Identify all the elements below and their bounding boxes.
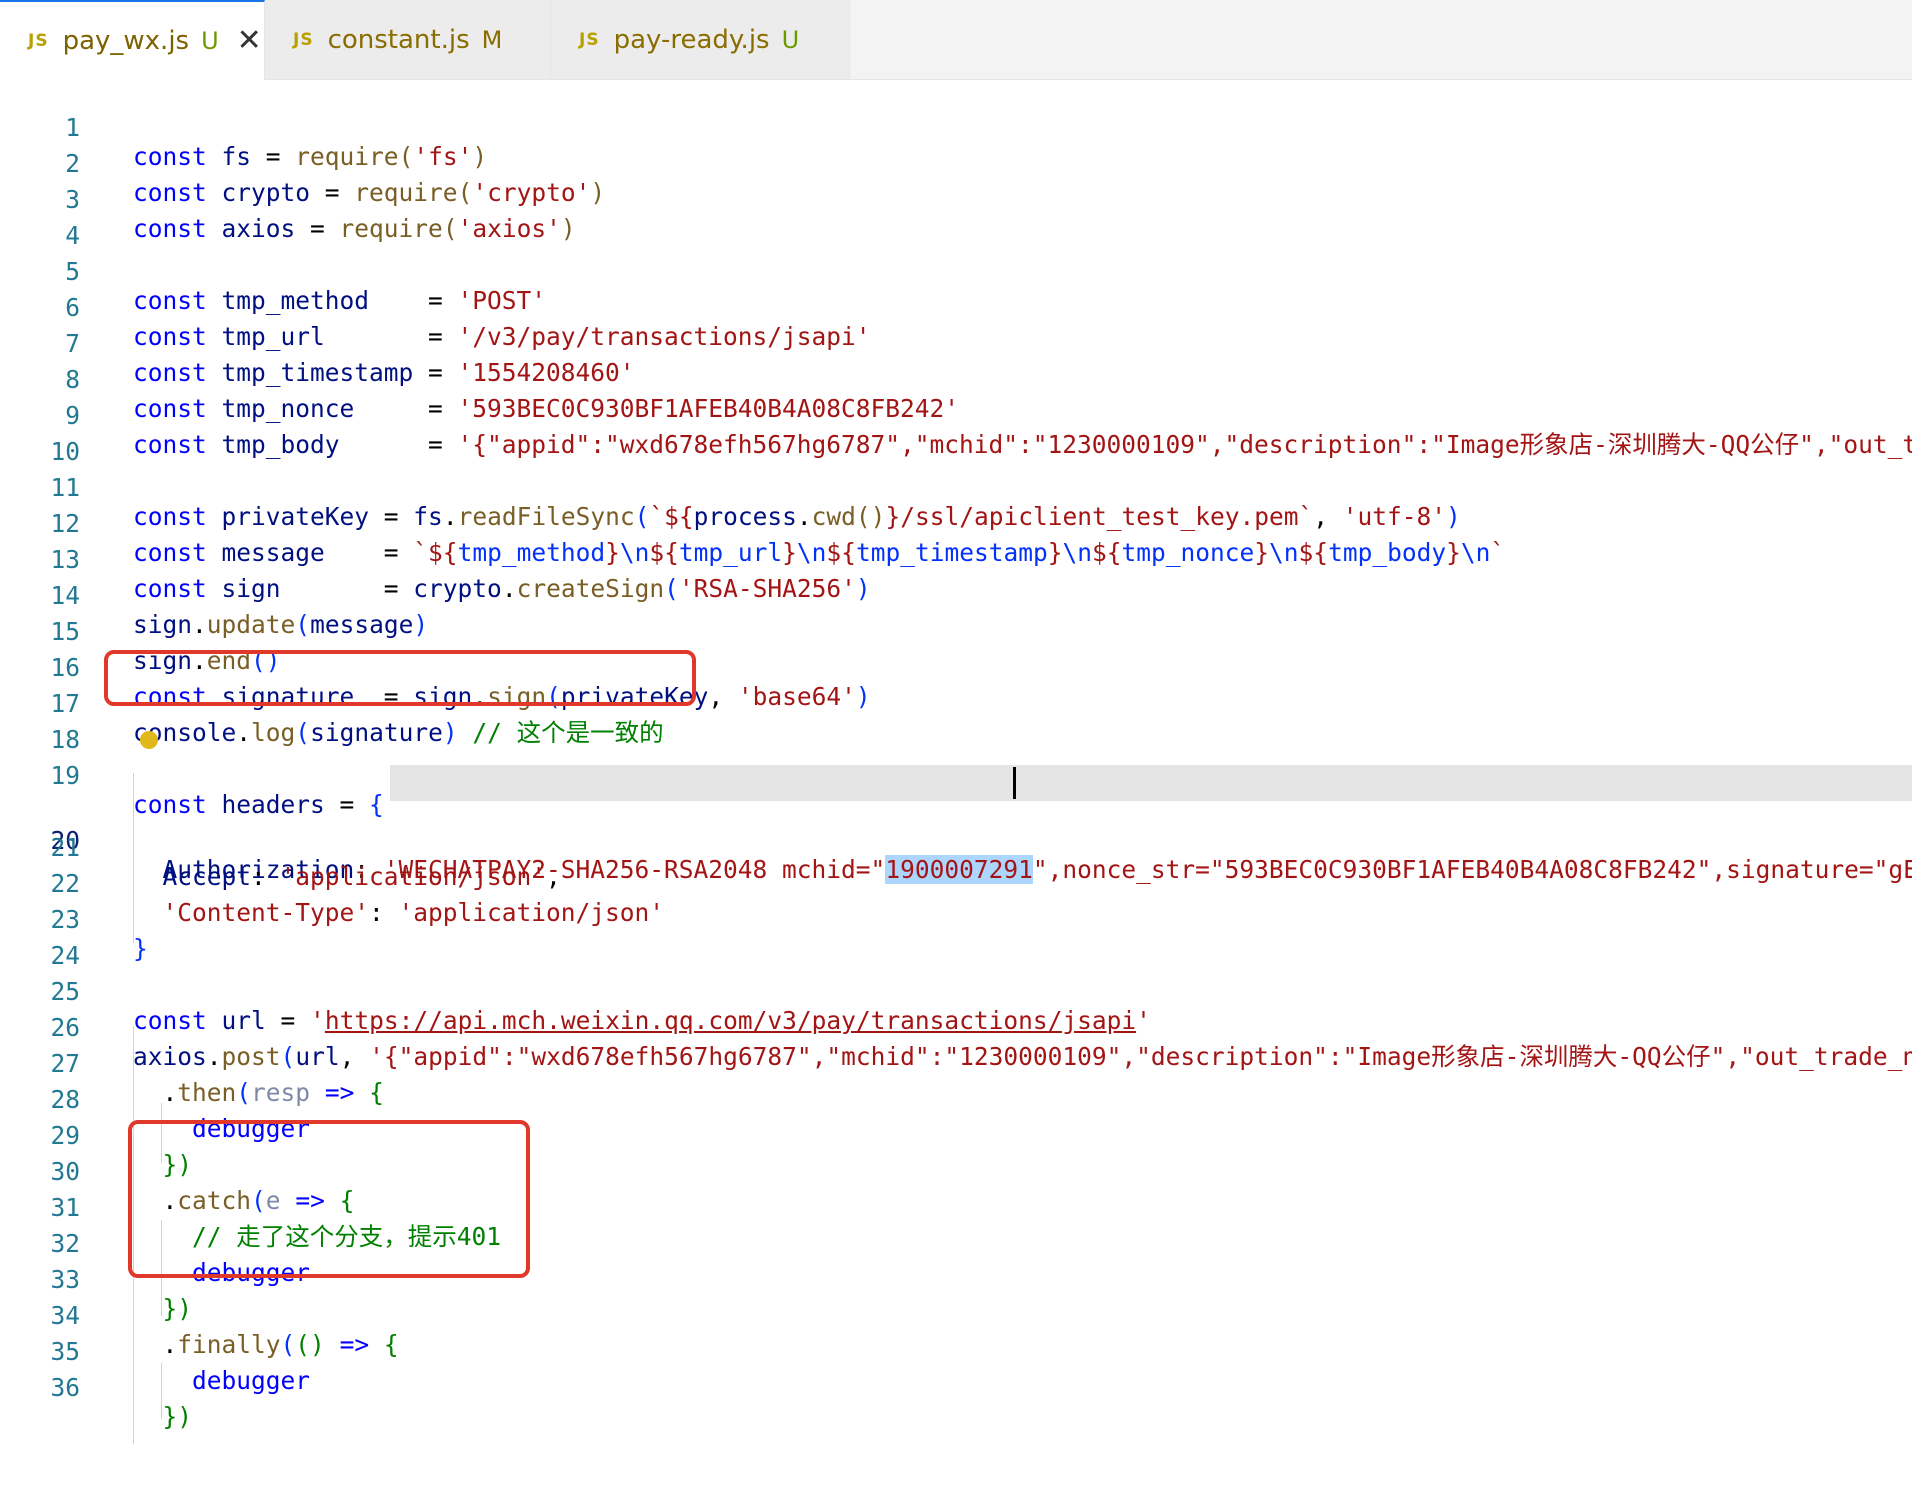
code-line: 9 const tmp_body = '{"appid":"wxd678efh5… [0, 369, 1912, 459]
lightbulb-icon[interactable] [140, 731, 158, 749]
close-icon[interactable]: ✕ [237, 26, 262, 56]
modified-status: M [481, 25, 503, 54]
line-highlight [390, 765, 1912, 801]
line-number: 36 [50, 1373, 80, 1402]
code-line: 1 const fs = require('fs') [0, 81, 1912, 171]
code-line: 11 const privateKey = fs.readFileSync(`$… [0, 441, 1912, 531]
code-line: 23 } [0, 873, 1912, 963]
code-line: 28 debugger [0, 1053, 1912, 1143]
code-line: 12 const message = `${tmp_method}\n${tmp… [0, 477, 1912, 567]
annotation-box-console-log [104, 650, 696, 706]
tab-label: pay_wx.js [62, 26, 190, 56]
code-line: 7 const tmp_timestamp = '1554208460' [0, 297, 1912, 387]
code-line: 24 [0, 909, 1912, 970]
code-editor[interactable]: 1 const fs = require('fs') 2 const crypt… [0, 80, 1912, 1512]
code-line: 10 [0, 405, 1912, 466]
tab-label: constant.js [327, 24, 470, 55]
code-line: 21 Accept: 'application/json', [0, 801, 1912, 891]
code-line: 4 [0, 189, 1912, 250]
tab-label: pay-ready.js [613, 24, 770, 55]
code-line: 19 const headers = { [0, 729, 1912, 819]
editor-tab-bar: JS pay_wx.js U ✕ JS constant.js M JS pay… [0, 0, 1912, 80]
tab-constant-js[interactable]: JS constant.js M [265, 0, 551, 79]
code-line: 13 const sign = crypto.createSign('RSA-S… [0, 513, 1912, 603]
tab-pay-ready-js[interactable]: JS pay-ready.js U [551, 0, 850, 79]
untracked-status: U [781, 25, 800, 54]
code-line: 14 sign.update(message) [0, 549, 1912, 639]
code-line: 35 debugger [0, 1305, 1912, 1395]
code-line: 3 const axios = require('axios') [0, 153, 1912, 243]
code-line: 36 }) [0, 1341, 1912, 1431]
code-line: 27 .then(resp => { [0, 1017, 1912, 1107]
javascript-file-icon: JS [28, 31, 49, 51]
javascript-file-icon: JS [579, 29, 600, 50]
code-line: 26 axios.post(url, '{"appid":"wxd678efh5… [0, 981, 1912, 1071]
untracked-status: U [201, 27, 219, 55]
code-line: 2 const crypto = require('crypto') [0, 117, 1912, 207]
annotation-box-catch-block [128, 1120, 530, 1278]
code-line: 15 sign.end() [0, 585, 1912, 675]
code-line: 22 'Content-Type': 'application/json' [0, 837, 1912, 927]
code-line-active: 20 Authorization: 'WECHATPAY2-SHA256-RSA… [0, 765, 1912, 884]
code-line: 6 const tmp_url = '/v3/pay/transactions/… [0, 261, 1912, 351]
text-cursor [1013, 767, 1016, 799]
tab-pay-wx-js[interactable]: JS pay_wx.js U ✕ [0, 0, 265, 80]
code-line: 25 const url = 'https://api.mch.weixin.q… [0, 945, 1912, 1035]
javascript-file-icon: JS [293, 29, 314, 50]
code-line: 5 const tmp_method = 'POST' [0, 225, 1912, 315]
code-line: 8 const tmp_nonce = '593BEC0C930BF1AFEB4… [0, 333, 1912, 423]
